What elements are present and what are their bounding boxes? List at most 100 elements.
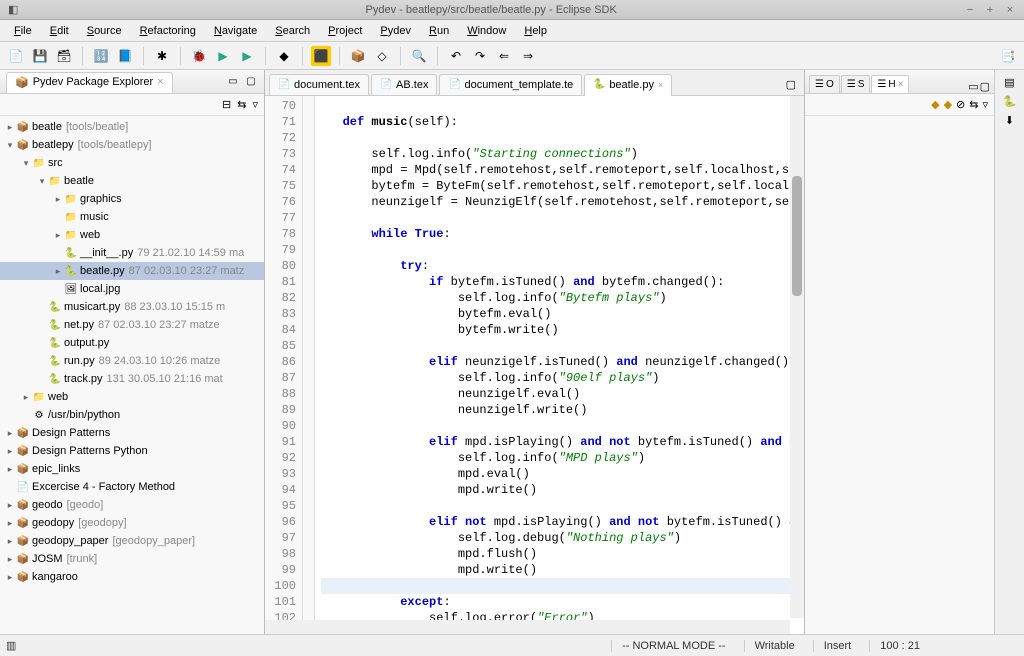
editor-tab[interactable]: 📄document_template.te [439, 74, 582, 95]
vertical-scrollbar[interactable] [790, 96, 804, 618]
package-explorer-tree[interactable]: ▸📦beatle[tools/beatle]▾📦beatlepy[tools/b… [0, 116, 264, 634]
outline-hide-icon[interactable]: ⊘ [956, 98, 965, 111]
maximize-view-icon[interactable]: ▢ [244, 75, 258, 89]
fold-gutter[interactable] [303, 96, 315, 634]
editor-tab[interactable]: 🐍beatle.py × [584, 74, 672, 96]
outline-menu-icon[interactable]: ▿ [982, 98, 988, 111]
tree-item[interactable]: ▾📁beatle [0, 172, 264, 190]
nav-forward-button[interactable]: ⇒ [518, 46, 538, 66]
outline-filter-icon[interactable]: ◆ [944, 98, 952, 111]
tree-item[interactable]: ▸📦kangaroo [0, 568, 264, 586]
outline-sort-icon[interactable]: ◆ [931, 98, 939, 111]
menu-edit[interactable]: Edit [42, 23, 77, 39]
menu-project[interactable]: Project [320, 23, 370, 39]
collapse-all-icon[interactable]: ⊟ [222, 98, 231, 111]
menu-refactoring[interactable]: Refactoring [132, 23, 204, 39]
editor-maximize-icon[interactable]: ▢ [782, 74, 800, 95]
tree-item[interactable]: 📁music [0, 208, 264, 226]
run-button[interactable]: ▶ [213, 46, 233, 66]
outline-link-icon[interactable]: ⇆ [969, 98, 978, 111]
tree-item[interactable]: 🖼local.jpg [0, 280, 264, 298]
save-all-button[interactable]: 🗃 [54, 46, 74, 66]
tree-item[interactable]: ▸📦geodopy[geodopy] [0, 514, 264, 532]
tree-item[interactable]: ▸📦Design Patterns Python [0, 442, 264, 460]
tree-item[interactable]: 📄Excercise 4 - Factory Method [0, 478, 264, 496]
package-explorer-header: 📦 Pydev Package Explorer × ▭ ▢ [0, 70, 264, 94]
mark-button[interactable]: ✱ [152, 46, 172, 66]
tree-item[interactable]: 🐍net.py87 02.03.10 23:27 matze [0, 316, 264, 334]
back-button[interactable]: ↶ [446, 46, 466, 66]
menu-search[interactable]: Search [267, 23, 318, 39]
tree-item[interactable]: ▸📁web [0, 388, 264, 406]
tree-item[interactable]: ▸📁web [0, 226, 264, 244]
outline-content [805, 116, 994, 634]
new-button[interactable]: 📄 [6, 46, 26, 66]
menu-source[interactable]: Source [79, 23, 130, 39]
print-button[interactable]: 🔢 [91, 46, 111, 66]
editor-tab[interactable]: 📄AB.tex [371, 74, 437, 95]
code-editor[interactable]: 7071727374757677787980818283848586878889… [265, 96, 804, 634]
fast-view-bar-icon[interactable]: ▥ [6, 639, 16, 652]
tree-item[interactable]: ⚙/usr/bin/python [0, 406, 264, 424]
menu-run[interactable]: Run [421, 23, 457, 39]
outline-view-control-icon[interactable]: ▭ [968, 80, 978, 93]
tree-item[interactable]: ▸📦geodo[geodo] [0, 496, 264, 514]
perspective-button[interactable]: 📑 [998, 46, 1018, 66]
debug-button[interactable]: 🐞 [189, 46, 209, 66]
outline-tab[interactable]: ☰H × [871, 75, 909, 93]
tree-item[interactable]: ▸📦beatle[tools/beatle] [0, 118, 264, 136]
close-icon[interactable]: × [1004, 4, 1016, 16]
menu-file[interactable]: File [6, 23, 40, 39]
status-position: 100 : 21 [869, 640, 930, 652]
tree-item[interactable]: ▸📁graphics [0, 190, 264, 208]
menu-navigate[interactable]: Navigate [206, 23, 265, 39]
run-last-button[interactable]: ▶ [237, 46, 257, 66]
outline-tab-bar: ☰O☰S☰H × ▭▢ [805, 70, 994, 94]
minimize-icon[interactable]: − [964, 4, 976, 16]
tree-item[interactable]: ▾📁src [0, 154, 264, 172]
fast-view-icon[interactable]: ▤ [1004, 76, 1014, 89]
menu-bar: FileEditSourceRefactoringNavigateSearchP… [0, 20, 1024, 42]
tree-item[interactable]: ▸📦JOSM[trunk] [0, 550, 264, 568]
new-package-button[interactable]: 📦 [348, 46, 368, 66]
nav-back-button[interactable]: ⇐ [494, 46, 514, 66]
view-menu-icon[interactable]: ▿ [252, 98, 258, 111]
tree-item[interactable]: 🐍output.py [0, 334, 264, 352]
main-toolbar: 📄 💾 🗃 🔢 📘 ✱ 🐞 ▶ ▶ ◆ ⬛ 📦 ◇ 🔍 ↶ ↷ ⇐ ⇒ 📑 [0, 42, 1024, 70]
forward-button[interactable]: ↷ [470, 46, 490, 66]
code-content[interactable]: def music(self): self.log.info("Starting… [315, 96, 804, 634]
tree-item[interactable]: ▸📦epic_links [0, 460, 264, 478]
tree-item[interactable]: ▸📦geodopy_paper[geodopy_paper] [0, 532, 264, 550]
perspective-pydev-icon[interactable]: 🐍 [1003, 95, 1017, 108]
close-tab-icon[interactable]: × [658, 80, 663, 90]
tree-item[interactable]: ▸🐍beatle.py87 02.03.10 23:27 matz [0, 262, 264, 280]
editor-tab[interactable]: 📄document.tex [269, 74, 369, 95]
outline-tab[interactable]: ☰S [841, 75, 871, 93]
menu-pydev[interactable]: Pydev [372, 23, 419, 39]
save-button[interactable]: 💾 [30, 46, 50, 66]
tree-item[interactable]: ▸📦Design Patterns [0, 424, 264, 442]
menu-help[interactable]: Help [516, 23, 555, 39]
search-button[interactable]: 🔍 [409, 46, 429, 66]
outline-tab[interactable]: ☰O [809, 75, 840, 93]
menu-window[interactable]: Window [459, 23, 514, 39]
build-button[interactable]: 📘 [115, 46, 135, 66]
tree-item[interactable]: 🐍__init__.py79 21.02.10 14:59 ma [0, 244, 264, 262]
skip-breakpoints-button[interactable]: ⬛ [311, 46, 331, 66]
package-explorer-tab[interactable]: 📦 Pydev Package Explorer × [6, 72, 173, 93]
outline-view-control-icon[interactable]: ▢ [980, 80, 990, 93]
tree-item[interactable]: 🐍musicart.py88 23.03.10 15:15 m [0, 298, 264, 316]
new-class-button[interactable]: ◆ [274, 46, 294, 66]
horizontal-scrollbar[interactable] [265, 620, 790, 634]
tree-item[interactable]: 🐍track.py131 30.05.10 21:16 mat [0, 370, 264, 388]
tree-item[interactable]: 🐍run.py89 24.03.10 10:26 matze [0, 352, 264, 370]
package-icon: 📦 [15, 76, 29, 89]
perspective-other-icon[interactable]: ⬇ [1005, 114, 1014, 127]
tree-item[interactable]: ▾📦beatlepy[tools/beatlepy] [0, 136, 264, 154]
scrollbar-thumb[interactable] [792, 176, 802, 296]
link-editor-icon[interactable]: ⇆ [237, 98, 246, 111]
maximize-icon[interactable]: + [984, 4, 996, 16]
close-tab-icon[interactable]: × [157, 76, 163, 88]
new-module-button[interactable]: ◇ [372, 46, 392, 66]
minimize-view-icon[interactable]: ▭ [226, 75, 240, 89]
